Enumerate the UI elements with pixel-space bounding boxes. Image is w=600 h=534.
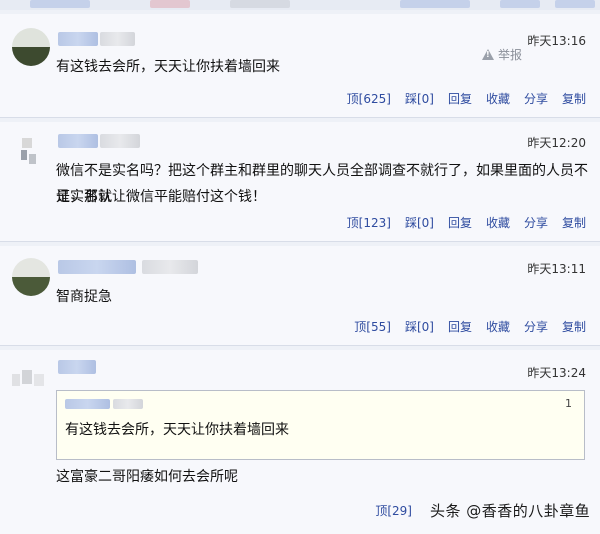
upvote-button[interactable]: 顶[29]	[375, 502, 412, 519]
comment-actions: 顶[625] 踩[0] 回复 收藏 分享 复制	[347, 90, 586, 107]
watermark: 头条 @香香的八卦章鱼	[430, 502, 591, 520]
quoted-username-blurred	[65, 399, 110, 409]
comment-3: 昨天13:11 智商捉急 顶[55] 踩[0] 回复 收藏 分享 复制	[0, 246, 600, 346]
comment-actions: 顶[123] 踩[0] 回复 收藏 分享 复制	[347, 214, 586, 231]
favorite-button[interactable]: 收藏	[486, 214, 510, 231]
username-blurred[interactable]	[58, 134, 98, 148]
username-blurred-extra	[142, 260, 198, 274]
comment-text-line-2: 证，那就让微信平能赔付这个钱！	[56, 189, 266, 205]
reply-button[interactable]: 回复	[448, 214, 472, 231]
favorite-button[interactable]: 收藏	[486, 318, 510, 335]
comment-time: 昨天12:20	[527, 136, 586, 150]
downvote-button[interactable]: 踩[0]	[405, 318, 434, 335]
comment-1: 举报 昨天13:16 有这钱去会所，天天让你扶着墙回来 顶[625] 踩[0] …	[0, 14, 600, 118]
warning-icon	[481, 49, 494, 60]
comment-text: 这富豪二哥阳痿如何去会所呢	[56, 469, 238, 485]
upvote-button[interactable]: 顶[55]	[354, 318, 391, 335]
comment-actions: 顶[29]	[375, 502, 412, 519]
comment-time: 昨天13:24	[527, 366, 586, 380]
avatar[interactable]	[18, 136, 40, 166]
comment-text: 智商捉急	[56, 289, 112, 305]
downvote-button[interactable]: 踩[0]	[405, 214, 434, 231]
comment-text: 有这钱去会所，天天让你扶着墙回来	[56, 59, 280, 75]
username-blurred-extra	[100, 32, 135, 46]
copy-button[interactable]: 复制	[562, 318, 586, 335]
username-blurred[interactable]	[58, 32, 98, 46]
avatar[interactable]	[12, 258, 50, 296]
upvote-button[interactable]: 顶[625]	[347, 90, 391, 107]
comment-time: 昨天13:11	[527, 262, 586, 276]
top-strip	[0, 0, 600, 10]
avatar[interactable]	[10, 364, 50, 394]
quote-text: 有这钱去会所，天天让你扶着墙回来	[65, 422, 289, 438]
username-blurred-extra	[100, 134, 140, 148]
avatar[interactable]	[12, 28, 50, 66]
reply-button[interactable]: 回复	[448, 318, 472, 335]
username-blurred[interactable]	[58, 260, 136, 274]
copy-button[interactable]: 复制	[562, 90, 586, 107]
upvote-button[interactable]: 顶[123]	[347, 214, 391, 231]
username-blurred[interactable]	[58, 360, 96, 374]
quoted-username-blurred-extra	[113, 399, 143, 409]
report-label: 举报	[497, 48, 522, 62]
comment-actions: 顶[55] 踩[0] 回复 收藏 分享 复制	[354, 318, 586, 335]
quoted-comment: 1 有这钱去会所，天天让你扶着墙回来	[56, 390, 585, 460]
share-button[interactable]: 分享	[524, 214, 548, 231]
quote-floor-number: 1	[565, 397, 572, 410]
share-button[interactable]: 分享	[524, 318, 548, 335]
downvote-button[interactable]: 踩[0]	[405, 90, 434, 107]
reply-button[interactable]: 回复	[448, 90, 472, 107]
comment-time: 昨天13:16	[527, 34, 586, 48]
comment-2: 昨天12:20 微信不是实名吗？把这个群主和群里的聊天人员全部调查不就行了，如果…	[0, 122, 600, 242]
report-button[interactable]: 举报	[481, 46, 522, 63]
share-button[interactable]: 分享	[524, 90, 548, 107]
copy-button[interactable]: 复制	[562, 214, 586, 231]
favorite-button[interactable]: 收藏	[486, 90, 510, 107]
